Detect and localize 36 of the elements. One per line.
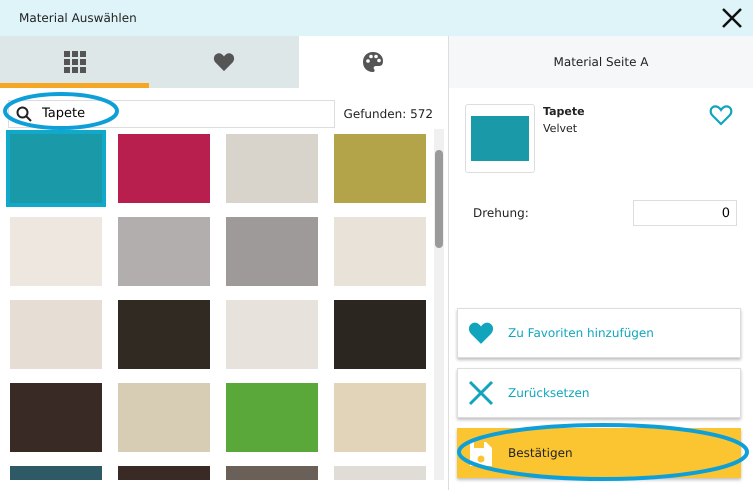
- close-icon[interactable]: [720, 6, 744, 30]
- material-swatch[interactable]: [334, 217, 426, 286]
- material-swatch[interactable]: [10, 383, 102, 452]
- material-swatch[interactable]: [10, 300, 102, 369]
- search-field[interactable]: Tapete: [8, 100, 335, 128]
- material-swatch[interactable]: [118, 134, 210, 203]
- material-swatch[interactable]: [226, 383, 318, 452]
- heart-icon: [468, 321, 494, 345]
- window-title: Material Auswählen: [19, 10, 137, 27]
- heart-icon: [212, 52, 235, 72]
- tab[interactable]: [149, 36, 299, 88]
- save-icon: [468, 440, 494, 466]
- material-swatch[interactable]: [10, 217, 102, 286]
- material-swatch[interactable]: [226, 300, 318, 369]
- material-swatch[interactable]: [334, 134, 426, 203]
- material-variant: Velvet: [543, 120, 578, 136]
- material-name: Tapete: [543, 104, 586, 120]
- rotation-label: Drehung:: [473, 205, 529, 222]
- rotation-field[interactable]: 0: [633, 200, 737, 226]
- material-swatch[interactable]: [334, 300, 426, 369]
- material-swatch[interactable]: [118, 300, 210, 369]
- material-swatch[interactable]: [226, 217, 318, 286]
- material-swatch[interactable]: [118, 383, 210, 452]
- material-swatch[interactable]: [334, 383, 426, 452]
- palette-icon: [362, 51, 384, 73]
- grid-icon: [64, 51, 86, 73]
- material-swatch[interactable]: [10, 134, 102, 203]
- close-icon: [468, 380, 494, 406]
- material-swatch[interactable]: [118, 217, 210, 286]
- scrollbar-thumb[interactable]: [435, 150, 443, 248]
- material-swatch[interactable]: [226, 134, 318, 203]
- heart-icon[interactable]: [709, 104, 733, 126]
- result-count: Gefunden: 572: [344, 106, 433, 122]
- panel-title: Material Seite A: [449, 36, 753, 88]
- scrollbar[interactable]: [434, 129, 444, 480]
- tab[interactable]: [0, 36, 150, 88]
